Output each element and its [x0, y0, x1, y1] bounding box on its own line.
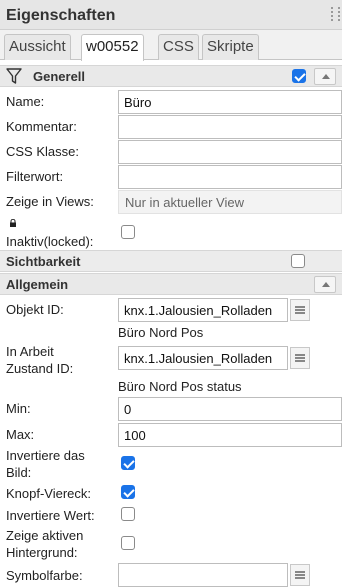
tab-skripte[interactable]: Skripte [202, 34, 259, 60]
zeige-aktiven-label-line1: Zeige aktiven [6, 528, 84, 543]
knopf-viereck-label: Knopf-Viereck: [6, 486, 92, 501]
filter-icon [6, 68, 22, 84]
css-klasse-label: CSS Klasse: [6, 144, 79, 159]
filterwort-input[interactable] [118, 165, 342, 189]
in-arbeit-label-line1: In Arbeit [6, 344, 54, 359]
section-sichtbarkeit-label: Sichtbarkeit [6, 254, 81, 269]
invertiere-wert-label: Invertiere Wert: [6, 508, 95, 523]
invertiere-wert-checkbox[interactable] [121, 507, 135, 521]
objekt-id-label: Objekt ID: [6, 302, 64, 317]
generell-checkbox[interactable] [292, 69, 306, 83]
knopf-viereck-checkbox[interactable] [121, 485, 135, 499]
collapse-allgemein-button[interactable] [314, 276, 336, 293]
lock-icon [10, 219, 16, 227]
inaktiv-checkbox[interactable] [121, 225, 135, 239]
tab-widget[interactable]: w00552 [81, 34, 144, 61]
kommentar-input[interactable] [118, 115, 342, 139]
max-label: Max: [6, 427, 35, 442]
name-input[interactable] [118, 90, 342, 114]
min-label: Min: [6, 401, 31, 416]
tab-aussicht[interactable]: Aussicht [4, 34, 71, 60]
min-input[interactable] [118, 397, 342, 421]
kommentar-label: Kommentar: [6, 119, 77, 134]
sichtbarkeit-checkbox[interactable] [291, 254, 305, 268]
zeige-in-views-select[interactable]: Nur in aktueller View [118, 190, 342, 214]
in-arbeit-description: Büro Nord Pos status [118, 379, 242, 394]
zeige-in-views-label: Zeige in Views: [6, 194, 94, 209]
filterwort-label: Filterwort: [6, 169, 64, 184]
section-generell-label: Generell [33, 69, 86, 84]
objekt-id-input[interactable] [118, 298, 288, 322]
invertiere-bild-checkbox[interactable] [121, 456, 135, 470]
in-arbeit-picker-button[interactable] [290, 347, 310, 369]
collapse-generell-button[interactable] [314, 68, 336, 85]
in-arbeit-label-line2: Zustand ID: [6, 361, 74, 376]
section-generell[interactable]: Generell [0, 65, 342, 87]
section-sichtbarkeit[interactable]: Sichtbarkeit [0, 250, 342, 272]
panel-titlebar: Eigenschaften [0, 0, 342, 30]
css-klasse-input[interactable] [118, 140, 342, 164]
invertiere-bild-label-line1: Invertiere das [6, 448, 85, 463]
tab-css[interactable]: CSS [158, 34, 199, 60]
drag-grip-icon[interactable] [331, 7, 340, 21]
in-arbeit-zustand-input[interactable] [118, 346, 288, 370]
zeige-aktiven-checkbox[interactable] [121, 536, 135, 550]
panel-title: Eigenschaften [6, 7, 116, 24]
name-label: Name: [6, 94, 45, 109]
max-input[interactable] [118, 423, 342, 447]
objekt-id-description: Büro Nord Pos [118, 325, 204, 340]
symbolfarbe-picker-button[interactable] [290, 564, 310, 586]
invertiere-bild-label-line2: Bild: [6, 465, 32, 480]
inaktiv-label: Inaktiv(locked): [6, 234, 94, 249]
symbolfarbe-label: Symbolfarbe: [6, 568, 83, 583]
zeige-aktiven-label-line2: Hintergrund: [6, 545, 78, 560]
objekt-id-picker-button[interactable] [290, 299, 310, 321]
section-allgemein[interactable]: Allgemein [0, 273, 342, 295]
section-allgemein-label: Allgemein [6, 277, 69, 292]
symbolfarbe-input[interactable] [118, 563, 288, 587]
tab-bar: Aussicht w00552 CSS Skripte [0, 30, 342, 61]
